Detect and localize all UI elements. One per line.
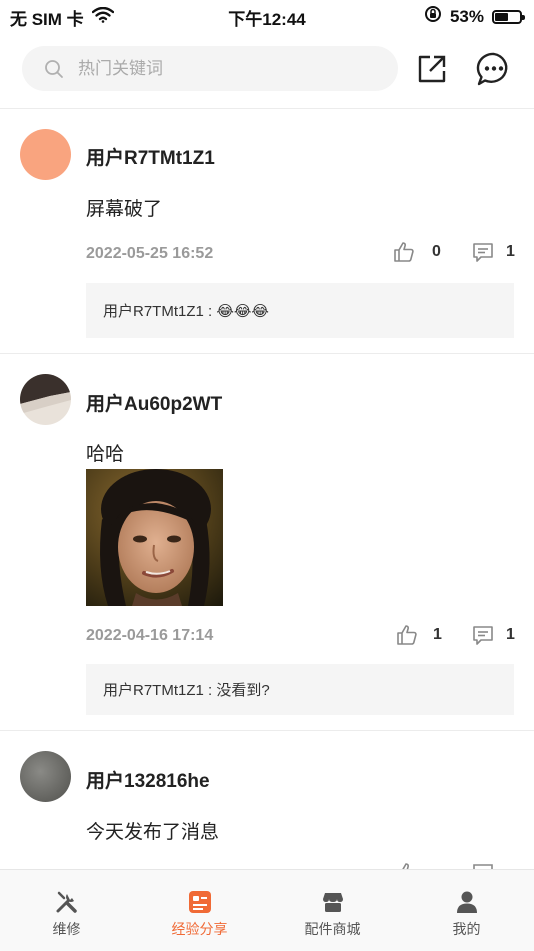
rotation-lock-icon bbox=[424, 5, 442, 28]
reply-text: 用户R7TMt1Z1 : 没看到? bbox=[103, 682, 270, 699]
tab-mine[interactable]: 我的 bbox=[400, 870, 533, 951]
post-username[interactable]: 用户132816he bbox=[86, 766, 210, 793]
search-input[interactable] bbox=[76, 57, 360, 80]
comment-icon bbox=[473, 243, 493, 262]
avatar[interactable] bbox=[20, 129, 71, 180]
thumbs-up-icon bbox=[397, 625, 417, 645]
post-card[interactable]: 用户Au60p2WT 哈哈 2022-04-16 17:14 1 1 用户R7T… bbox=[0, 353, 534, 731]
battery-percent: 53% bbox=[449, 6, 484, 26]
comment-button[interactable] bbox=[472, 862, 494, 869]
avatar-photo bbox=[20, 751, 71, 802]
portrait-photo bbox=[86, 469, 223, 606]
tab-label: 我的 bbox=[452, 921, 481, 937]
avatar-fill bbox=[20, 129, 71, 180]
like-count: 0 bbox=[432, 243, 441, 260]
reply-preview[interactable]: 用户R7TMt1Z1 : 没看到? bbox=[86, 664, 514, 715]
comment-button[interactable]: 1 bbox=[472, 624, 515, 646]
tab-label: 配件商城 bbox=[304, 921, 361, 937]
post-text: 哈哈 bbox=[86, 444, 125, 465]
comment-count: 1 bbox=[506, 626, 515, 643]
top-header bbox=[0, 30, 534, 109]
battery-icon bbox=[492, 9, 525, 24]
person-icon bbox=[455, 890, 479, 919]
search-icon bbox=[45, 59, 63, 78]
reply-text: 用户R7TMt1Z1 : 😂😂😂 bbox=[103, 303, 269, 320]
post-text: 今天发布了消息 bbox=[86, 822, 220, 843]
thumbs-up-icon bbox=[402, 863, 409, 869]
battery-fill bbox=[495, 12, 508, 21]
like-button[interactable]: 0 bbox=[393, 241, 441, 263]
post-username[interactable]: 用户R7TMt1Z1 bbox=[86, 143, 215, 170]
like-count: 1 bbox=[433, 626, 442, 643]
share-button[interactable] bbox=[413, 50, 451, 88]
thumbs-up-icon bbox=[394, 242, 414, 262]
experience-share-icon bbox=[188, 890, 212, 919]
comment-count: 1 bbox=[506, 243, 515, 260]
avatar[interactable] bbox=[20, 751, 71, 802]
tab-label: 经验分享 bbox=[171, 921, 228, 937]
like-button[interactable] bbox=[396, 862, 418, 869]
tab-repair[interactable]: 维修 bbox=[0, 870, 133, 951]
message-button[interactable] bbox=[475, 50, 513, 88]
tab-label: 维修 bbox=[52, 921, 81, 937]
comment-icon bbox=[473, 864, 493, 869]
post-card[interactable]: 用户R7TMt1Z1 屏幕破了 2022-05-25 16:52 0 1 用户R… bbox=[0, 109, 534, 354]
post-date: 2022-05-25 16:52 bbox=[86, 245, 214, 262]
status-right-group: 53% bbox=[424, 5, 525, 28]
avatar[interactable] bbox=[20, 374, 71, 425]
comment-icon bbox=[473, 626, 493, 645]
reply-preview[interactable]: 用户R7TMt1Z1 : 😂😂😂 bbox=[86, 283, 514, 338]
tab-parts-store[interactable]: 配件商城 bbox=[266, 870, 399, 951]
store-icon bbox=[321, 890, 345, 919]
chat-bubble-icon bbox=[476, 52, 508, 86]
post-image[interactable] bbox=[86, 469, 223, 606]
share-icon bbox=[418, 55, 446, 83]
comment-button[interactable]: 1 bbox=[472, 241, 515, 263]
avatar-photo bbox=[20, 374, 71, 425]
post-username[interactable]: 用户Au60p2WT bbox=[86, 389, 222, 416]
status-bar: 无 SIM 卡 下午12:44 53% bbox=[0, 0, 534, 30]
wrench-screwdriver-icon bbox=[55, 890, 79, 919]
post-card[interactable]: 用户132816he 今天发布了消息 bbox=[0, 731, 534, 869]
tab-experience-share[interactable]: 经验分享 bbox=[133, 870, 266, 951]
post-text: 屏幕破了 bbox=[86, 199, 163, 220]
post-date: 2022-04-16 17:14 bbox=[86, 627, 214, 644]
bottom-tab-bar: 维修 经验分享 配件商城 我的 bbox=[0, 869, 534, 951]
search-bar[interactable] bbox=[22, 46, 398, 91]
like-button[interactable]: 1 bbox=[396, 624, 442, 646]
